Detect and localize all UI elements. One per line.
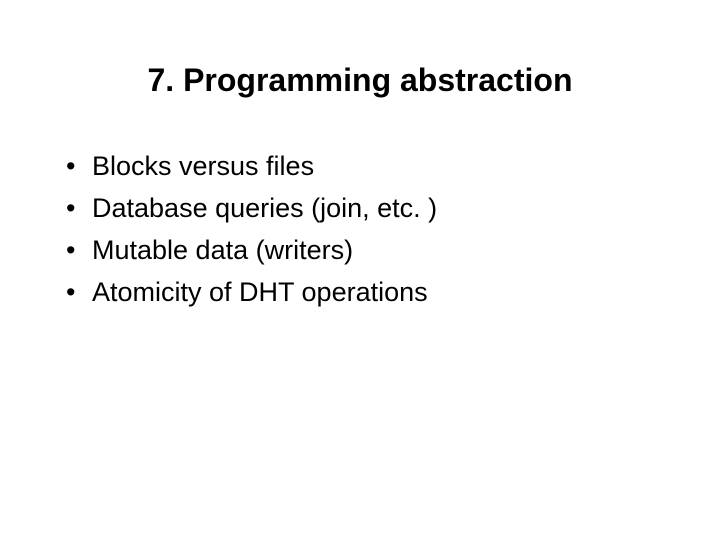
bullet-icon: • [64,273,92,313]
bullet-text: Blocks versus files [92,147,660,187]
bullet-icon: • [64,189,92,229]
bullet-list: • Blocks versus files • Database queries… [60,147,660,313]
list-item: • Blocks versus files [64,147,660,187]
bullet-text: Atomicity of DHT operations [92,273,660,313]
slide-title: 7. Programming abstraction [60,62,660,99]
bullet-text: Mutable data (writers) [92,231,660,271]
list-item: • Mutable data (writers) [64,231,660,271]
bullet-text: Database queries (join, etc. ) [92,189,660,229]
bullet-icon: • [64,147,92,187]
bullet-icon: • [64,231,92,271]
list-item: • Database queries (join, etc. ) [64,189,660,229]
slide-container: 7. Programming abstraction • Blocks vers… [0,0,720,540]
list-item: • Atomicity of DHT operations [64,273,660,313]
